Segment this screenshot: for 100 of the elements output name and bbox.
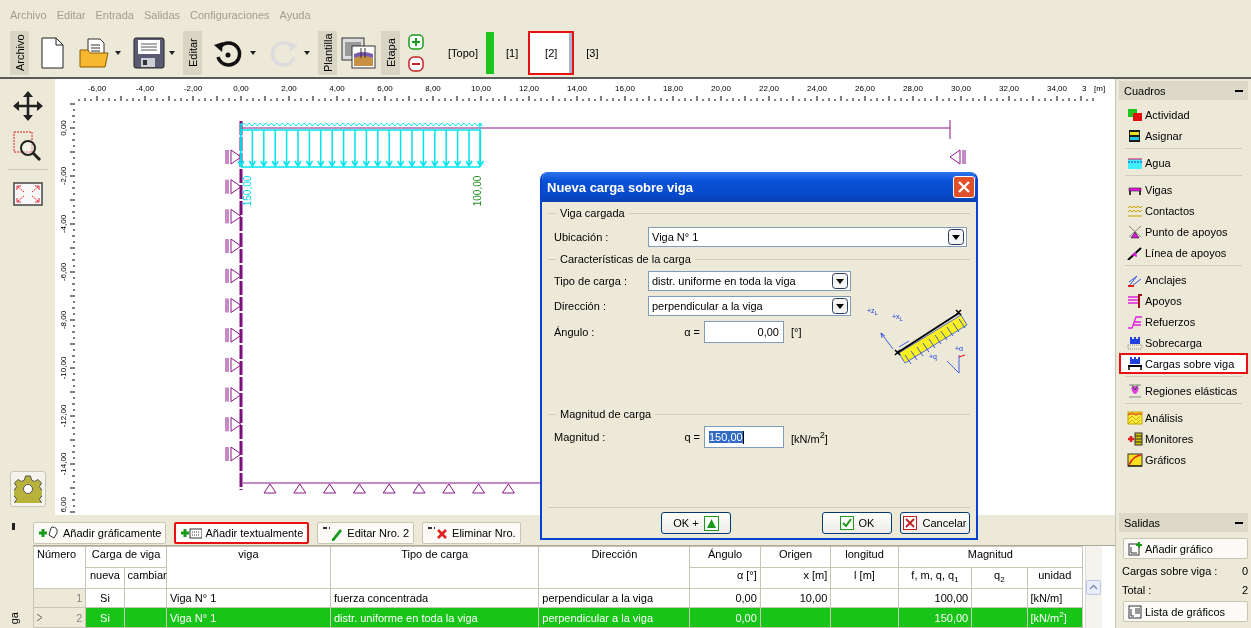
add-stage-icon bbox=[703, 515, 719, 531]
zoom-window-icon[interactable] bbox=[12, 131, 43, 161]
table-cell: 10,00 bbox=[760, 588, 831, 608]
caret-icon[interactable] bbox=[250, 50, 256, 55]
scrollbar[interactable] bbox=[1085, 546, 1102, 628]
dropdown-field[interactable]: perpendicular a la viga bbox=[648, 295, 851, 316]
ok-plus-button[interactable]: OK + bbox=[661, 512, 731, 534]
caret-icon[interactable] bbox=[304, 50, 310, 55]
move-icon[interactable] bbox=[12, 91, 43, 121]
field-label: Ángulo : bbox=[554, 326, 596, 338]
panel-item[interactable]: Agua bbox=[1119, 152, 1248, 173]
number-field[interactable]: 0,00 bbox=[704, 321, 784, 343]
settings-button[interactable] bbox=[9, 471, 46, 507]
ruler-label: 32,00 bbox=[999, 84, 1019, 93]
field-label: Ubicación : bbox=[554, 231, 610, 243]
chart-list-button[interactable]: Lista de gráficos bbox=[1123, 601, 1248, 622]
ok-button[interactable]: OK bbox=[822, 512, 892, 534]
colored-squares-icon bbox=[1127, 107, 1143, 122]
add-textually-button[interactable]: Añadir textualmente bbox=[174, 522, 310, 544]
column-header: Dirección bbox=[538, 546, 690, 589]
zigzag-icon bbox=[1127, 203, 1143, 218]
dropdown-field[interactable]: Viga N° 1 bbox=[648, 227, 967, 247]
panel-item[interactable]: Asignar bbox=[1119, 125, 1248, 146]
stage-tab[interactable]: [1] bbox=[498, 30, 527, 75]
table-cell: fuerza concentrada bbox=[330, 588, 539, 608]
zoom-extents-icon[interactable] bbox=[12, 182, 43, 206]
count-value: 2 bbox=[1241, 583, 1248, 596]
ruler-label: 2,00 bbox=[281, 84, 297, 93]
toolbar-group-label: Editar bbox=[183, 30, 202, 75]
symbol-label: q = bbox=[683, 431, 700, 443]
dropdown-field[interactable]: distr. uniforme en toda la viga bbox=[648, 270, 851, 291]
count-label: Cargas sobre viga : bbox=[1122, 564, 1218, 577]
scroll-up-icon[interactable] bbox=[1086, 580, 1101, 595]
count-value: 0 bbox=[1241, 564, 1248, 577]
ruler-label: 4,00 bbox=[329, 84, 345, 93]
toolbar-group-label: Archivo bbox=[10, 30, 29, 75]
add-graphically-icon bbox=[38, 525, 60, 541]
panel-item[interactable]: Punto de apoyos bbox=[1119, 221, 1248, 242]
open-folder-icon[interactable] bbox=[79, 37, 111, 68]
monitor-icon bbox=[1127, 431, 1143, 446]
toolbar-group-label: Plantilla bbox=[318, 30, 337, 75]
new-document-icon[interactable] bbox=[39, 36, 65, 69]
ruler-label: 28,00 bbox=[903, 84, 923, 93]
add-chart-button[interactable]: Añadir gráfico bbox=[1123, 538, 1248, 559]
ruler-label: 16,00 bbox=[615, 84, 635, 93]
number-field[interactable]: 150,00 bbox=[704, 426, 784, 448]
stage-tab[interactable]: [3] bbox=[578, 30, 607, 75]
plus-icon[interactable] bbox=[408, 33, 424, 50]
ruler-label: -2,00 bbox=[59, 166, 68, 186]
panel-item[interactable]: Línea de apoyos bbox=[1119, 242, 1248, 263]
panel-item[interactable]: Gráficos bbox=[1119, 449, 1248, 470]
ruler-label: -2,00 bbox=[183, 84, 203, 93]
panel-item[interactable]: Sobrecarga bbox=[1119, 332, 1248, 353]
symbol-label: α = bbox=[683, 326, 700, 338]
close-icon bbox=[958, 181, 970, 193]
ruler-label: 14,00 bbox=[567, 84, 587, 93]
minus-icon[interactable] bbox=[408, 55, 424, 72]
panel-item[interactable]: Anclajes bbox=[1119, 269, 1248, 290]
ruler-label: 8,00 bbox=[425, 84, 441, 93]
toolbar-group-label: Etapa bbox=[381, 30, 400, 75]
panel-handle-icon[interactable] bbox=[12, 523, 15, 530]
panel-item[interactable]: Actividad bbox=[1119, 104, 1248, 125]
table-cell: [kN/m] bbox=[1027, 588, 1083, 608]
surcharge-icon bbox=[1127, 335, 1143, 350]
ruler-label: -6,00 bbox=[59, 262, 68, 282]
close-button[interactable] bbox=[953, 176, 975, 198]
stage-tab[interactable]: [2] bbox=[528, 30, 575, 75]
strut-icon bbox=[1127, 293, 1143, 308]
ruler-label: 6,00 bbox=[377, 84, 393, 93]
line-support-icon bbox=[1127, 245, 1143, 260]
panel-item[interactable]: Análisis bbox=[1119, 407, 1248, 428]
delete-button[interactable]: Eliminar Nro. bbox=[422, 522, 521, 544]
table-cell: 100,00 bbox=[898, 588, 972, 608]
section-title: Viga cargada bbox=[559, 207, 626, 219]
table-cell: Viga N° 1 bbox=[166, 588, 331, 608]
panel-item[interactable]: Cargas sobre viga bbox=[1119, 353, 1248, 374]
current-row-icon bbox=[37, 614, 42, 622]
ruler-label: 3 bbox=[1082, 84, 1087, 93]
cancel-button[interactable]: Cancelar bbox=[900, 512, 970, 534]
table-row[interactable]: 1 Si Viga N° 1 fuerza concentrada perpendicular a la viga 0,00 10,00 100,00 [kN/m] bbox=[33, 588, 1083, 608]
cancel-icon bbox=[903, 516, 918, 530]
ruler-label: -12,00 bbox=[59, 404, 68, 428]
stage-tab[interactable]: [Topo] bbox=[442, 30, 484, 75]
edit-button[interactable]: Editar Nro. 2 bbox=[317, 522, 415, 544]
add-graphically-button[interactable]: Añadir gráficamente bbox=[33, 522, 167, 544]
template-icon[interactable] bbox=[341, 35, 377, 70]
panel-item[interactable]: Regiones elásticas bbox=[1119, 380, 1248, 401]
panel-item[interactable]: Apoyos bbox=[1119, 290, 1248, 311]
ruler-label: -4,00 bbox=[135, 84, 155, 93]
ruler-label: 20,00 bbox=[711, 84, 731, 93]
settings-icon bbox=[13, 475, 42, 503]
add-textually-icon bbox=[180, 525, 203, 541]
panel-item[interactable]: Refuerzos bbox=[1119, 311, 1248, 332]
panel-item[interactable]: Monitores bbox=[1119, 428, 1248, 449]
caret-icon[interactable] bbox=[115, 50, 121, 55]
field-label: Tipo de carga : bbox=[554, 274, 628, 287]
panel-item[interactable]: Vigas bbox=[1119, 179, 1248, 200]
caret-icon[interactable] bbox=[169, 50, 175, 55]
ruler-label: 26,00 bbox=[855, 84, 875, 93]
panel-item[interactable]: Contactos bbox=[1119, 200, 1248, 221]
